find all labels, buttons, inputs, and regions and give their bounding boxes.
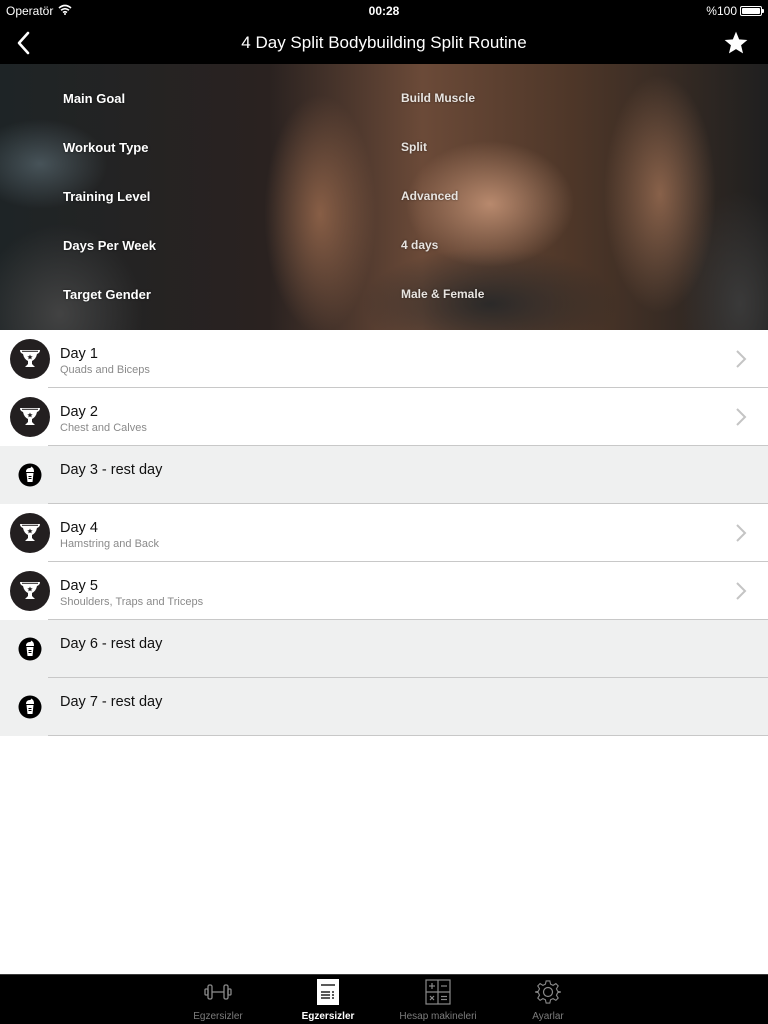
tab-label: Egzersizler — [301, 1011, 355, 1022]
overview-row-workout-type: Workout Type Split — [0, 140, 768, 160]
overview-value: Advanced — [401, 189, 459, 203]
overview-row-training-level: Training Level Advanced — [0, 189, 768, 209]
status-time: 00:28 — [368, 4, 400, 18]
chevron-right-icon — [736, 408, 747, 426]
day-subtitle: Hamstring and Back — [60, 538, 160, 550]
battery-percent: %100 — [706, 4, 737, 18]
day-subtitle: Quads and Biceps — [60, 364, 150, 376]
navigation-bar: 4 Day Split Bodybuilding Split Routine — [0, 22, 768, 64]
day-list: Day 1 Quads and Biceps Day 2 Chest and C… — [0, 330, 768, 736]
gear-icon — [498, 979, 598, 1005]
overview-label: Main Goal — [63, 91, 126, 106]
tab-settings[interactable]: Ayarlar — [498, 975, 598, 1024]
day-title: Day 7 - rest day — [60, 694, 163, 710]
tab-workouts[interactable]: Egzersizler — [278, 975, 378, 1024]
chevron-right-icon — [736, 350, 747, 368]
dumbbell-icon — [168, 979, 268, 1005]
overview-value: Male & Female — [401, 287, 485, 301]
overview-label: Training Level — [63, 189, 151, 204]
day-title: Day 3 - rest day — [60, 462, 163, 478]
overview-value: 4 days — [401, 238, 439, 252]
day-row-6-rest: Day 6 - rest day — [0, 620, 768, 678]
page-title: 4 Day Split Bodybuilding Split Routine — [241, 33, 527, 52]
favorite-button[interactable] — [720, 27, 752, 59]
status-right: %100 — [706, 4, 764, 18]
day-row-7-rest: Day 7 - rest day — [0, 678, 768, 736]
day-row-2[interactable]: Day 2 Chest and Calves — [0, 388, 768, 446]
trophy-icon — [10, 571, 50, 611]
shaker-bottle-icon — [18, 463, 42, 487]
overview-row-days-per-week: Days Per Week 4 days — [0, 238, 768, 258]
shaker-bottle-icon — [18, 637, 42, 661]
day-title: Day 5 — [60, 578, 98, 594]
tab-label: Hesap makineleri — [399, 1011, 477, 1022]
overview-label: Workout Type — [63, 140, 149, 155]
overview-row-target-gender: Target Gender Male & Female — [0, 287, 768, 307]
day-subtitle: Shoulders, Traps and Triceps — [60, 596, 204, 608]
row-separator — [48, 735, 768, 736]
star-icon — [724, 31, 748, 54]
trophy-icon — [10, 397, 50, 437]
routine-overview-header: Main Goal Build Muscle Workout Type Spli… — [0, 64, 768, 330]
tab-exercises[interactable]: Egzersizler — [168, 975, 268, 1024]
day-row-1[interactable]: Day 1 Quads and Biceps — [0, 330, 768, 388]
battery-fill — [742, 8, 760, 14]
day-title: Day 1 — [60, 346, 98, 362]
overview-label: Days Per Week — [63, 238, 156, 253]
day-row-5[interactable]: Day 5 Shoulders, Traps and Triceps — [0, 562, 768, 620]
tab-label: Ayarlar — [532, 1011, 564, 1022]
overview-value: Build Muscle — [401, 91, 476, 105]
tab-bar: Egzersizler Egzersizler Hesap makineleri… — [0, 974, 768, 1024]
calculator-icon — [388, 979, 488, 1005]
status-bar: Operatör 00:28 %100 — [0, 0, 768, 22]
overview-row-main-goal: Main Goal Build Muscle — [0, 91, 768, 111]
day-title: Day 2 — [60, 404, 98, 420]
trophy-icon — [10, 513, 50, 553]
day-title: Day 6 - rest day — [60, 636, 163, 652]
overview-label: Target Gender — [63, 287, 151, 302]
chevron-right-icon — [736, 524, 747, 542]
day-title: Day 4 — [60, 520, 98, 536]
battery-icon — [740, 6, 764, 16]
day-row-4[interactable]: Day 4 Hamstring and Back — [0, 504, 768, 562]
tab-label: Egzersizler — [193, 1011, 243, 1022]
chevron-right-icon — [736, 582, 747, 600]
shaker-bottle-icon — [18, 695, 42, 719]
workout-list-icon — [278, 979, 378, 1005]
tab-calculators[interactable]: Hesap makineleri — [388, 975, 488, 1024]
overview-value: Split — [401, 140, 427, 154]
trophy-icon — [10, 339, 50, 379]
day-row-3-rest: Day 3 - rest day — [0, 446, 768, 504]
day-subtitle: Chest and Calves — [60, 422, 147, 434]
